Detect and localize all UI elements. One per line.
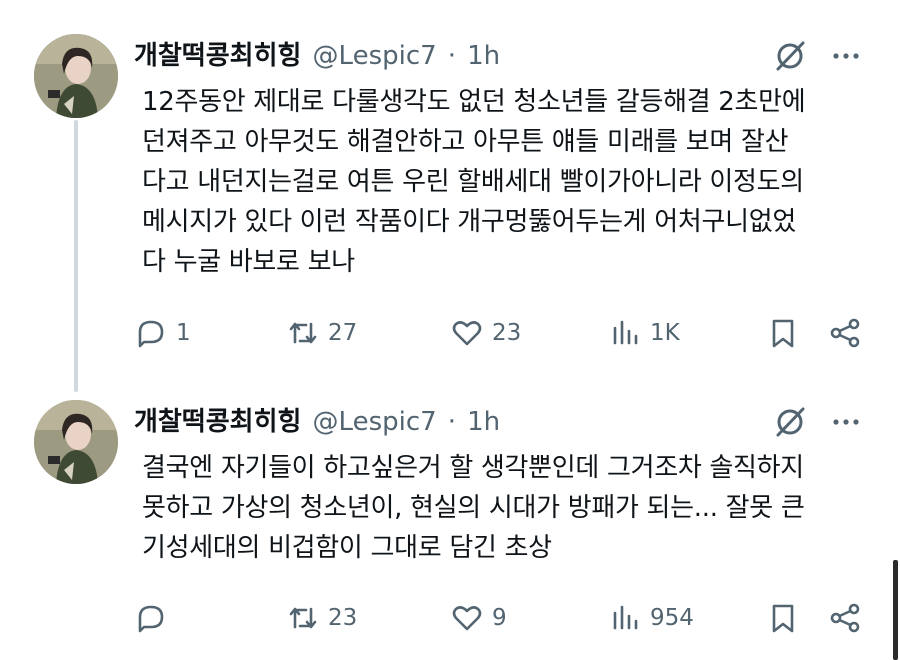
reply-count: 1 [176,320,191,346]
timestamp[interactable]: 1h [467,41,500,71]
reply-icon [138,605,164,633]
retweet-icon [289,607,317,629]
tweet[interactable]: 개찰떡콩최히힝 @Lespic7 · 1h 결국엔 자기들이 하고싶은거 할 생… [0,380,900,660]
share-button[interactable] [828,313,862,353]
views-button[interactable]: 1K [608,313,680,353]
avatar[interactable] [34,400,118,484]
action-bar: 1 27 23 1K [134,313,874,353]
share-icon [830,318,860,348]
share-icon [830,603,860,633]
retweet-icon [289,322,317,344]
more-icon[interactable] [828,38,864,74]
reply-button[interactable]: 1 [134,313,191,353]
like-icon [452,606,482,631]
bookmark-button[interactable] [766,313,800,353]
more-icon[interactable] [828,404,864,440]
tweet-header: 개찰떡콩최히힝 @Lespic7 · 1h [134,36,734,76]
views-count: 954 [650,605,694,631]
like-count: 9 [492,605,507,631]
views-icon [613,605,638,630]
tweet-text: 12주동안 제대로 다룰생각도 없던 청소년들 갈등해결 2초만에 던져주고 아… [142,87,806,277]
separator-dot: · [447,41,457,71]
bookmark-icon [772,604,794,633]
tweet-text: 결국엔 자기들이 하고싶은거 할 생각뿐인데 그거조차 솔직하지 못하고 가상의… [142,453,805,563]
views-icon [613,320,638,345]
tweet-header: 개찰떡콩최히힝 @Lespic7 · 1h [134,402,734,442]
retweet-button[interactable]: 27 [286,313,357,353]
views-button[interactable]: 954 [608,598,694,638]
like-icon [452,321,482,346]
grok-icon[interactable] [772,404,808,440]
share-button[interactable] [828,598,862,638]
timestamp[interactable]: 1h [467,407,500,437]
user-handle[interactable]: @Lespic7 [313,41,437,71]
display-name[interactable]: 개찰떡콩최히힝 [134,41,301,71]
like-button[interactable]: 23 [450,313,521,353]
reply-button[interactable] [134,598,176,638]
grok-icon[interactable] [772,38,808,74]
separator-dot: · [447,407,457,437]
user-handle[interactable]: @Lespic7 [313,407,437,437]
reply-icon [138,320,164,348]
avatar[interactable] [34,34,118,118]
bookmark-icon [772,319,794,348]
tweet[interactable]: 개찰떡콩최히힝 @Lespic7 · 1h 12주동안 제대로 다룰생각도 없던… [0,0,900,392]
thread-line [74,120,78,392]
like-count: 23 [492,320,522,346]
retweet-count: 27 [328,320,358,346]
action-bar: 23 9 954 [134,598,874,638]
views-count: 1K [650,320,680,346]
bookmark-button[interactable] [766,598,800,638]
retweet-button[interactable]: 23 [286,598,357,638]
display-name[interactable]: 개찰떡콩최히힝 [134,407,301,437]
scrollbar[interactable] [893,560,898,660]
retweet-count: 23 [328,605,358,631]
like-button[interactable]: 9 [450,598,507,638]
